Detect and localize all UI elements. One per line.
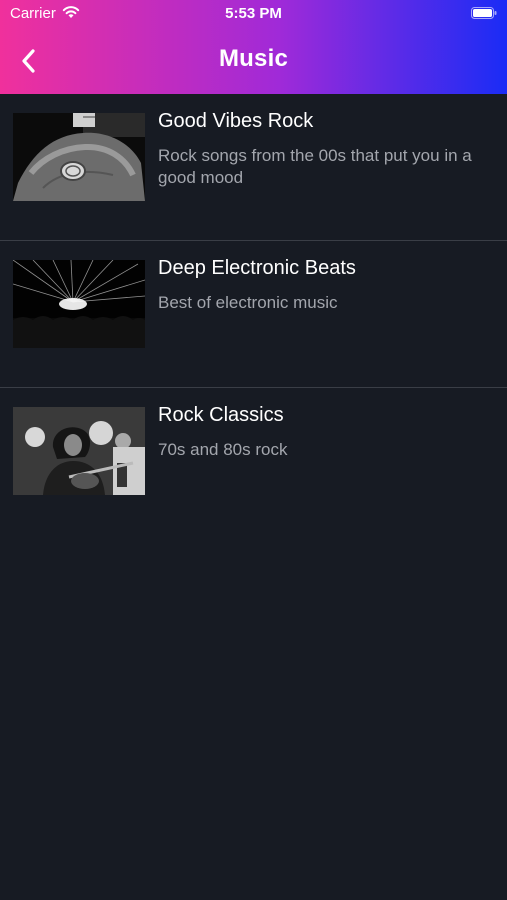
- navigation-bar: Music: [0, 28, 507, 94]
- status-bar: Carrier 5:53 PM: [0, 0, 507, 28]
- playlist-row-rock-classics[interactable]: Rock Classics 70s and 80s rock: [0, 388, 507, 534]
- playlist-title: Rock Classics: [158, 404, 284, 426]
- hand-holding-coin-photo: [13, 113, 145, 201]
- status-time: 5:53 PM: [225, 5, 282, 22]
- playlist-description: Best of electronic music: [158, 293, 338, 312]
- concert-light-beams-photo: [13, 260, 145, 348]
- playlist-description: 70s and 80s rock: [158, 440, 288, 459]
- playlist-row-good-vibes-rock[interactable]: Good Vibes Rock Rock songs from the 00s …: [0, 94, 507, 241]
- rock-guitarist-singing-photo: [13, 407, 145, 495]
- battery-icon: [471, 7, 497, 19]
- playlist-description: Rock songs from the 00s that put you in …: [158, 146, 472, 187]
- page-title: Music: [218, 45, 288, 72]
- playlist-list: Good Vibes Rock Rock songs from the 00s …: [0, 94, 507, 534]
- playlist-title: Deep Electronic Beats: [158, 257, 356, 279]
- playlist-row-deep-electronic-beats[interactable]: Deep Electronic Beats Best of electronic…: [0, 241, 507, 388]
- header-bar: Carrier 5:53 PM Music: [0, 0, 507, 94]
- playlist-thumbnail: [13, 260, 145, 348]
- playlist-thumbnail: [13, 113, 145, 201]
- playlist-title: Good Vibes Rock: [158, 110, 314, 132]
- playlist-thumbnail: [13, 407, 145, 495]
